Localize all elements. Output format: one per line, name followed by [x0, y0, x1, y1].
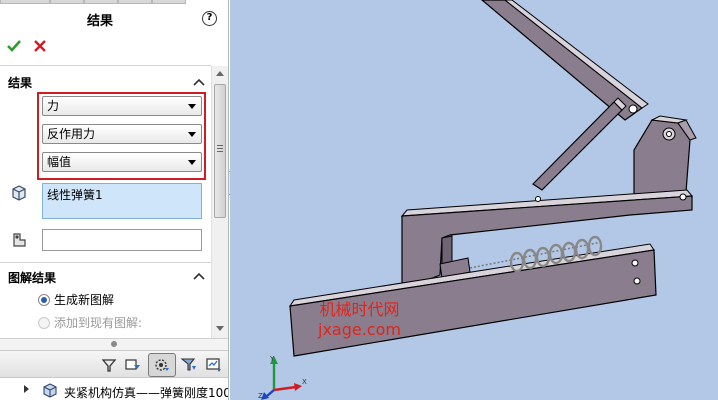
upper-link[interactable] [481, 0, 649, 121]
clamp-mechanism-model[interactable] [230, 0, 718, 400]
option-new-plot[interactable]: 生成新图解 [38, 291, 114, 308]
toolbar-splitter[interactable] [0, 338, 228, 350]
assembly-icon [43, 383, 57, 398]
motion-tree-item[interactable]: 夹紧机构仿真——弹簧刚度100 [0, 379, 229, 400]
panel-scrollbar[interactable] [211, 66, 228, 338]
question-icon[interactable]: ? [202, 11, 217, 26]
scroll-thumb[interactable] [214, 84, 226, 218]
option-add-plot[interactable]: 添加到现有图解: [38, 314, 142, 331]
axis-z-label: Z [258, 392, 263, 400]
reference-field[interactable] [42, 229, 202, 251]
axis-x-label: X [302, 378, 307, 386]
entity-selection-list[interactable]: 线性弹簧1 [42, 183, 202, 219]
divider [0, 65, 211, 66]
splitter-grip[interactable] [111, 341, 117, 347]
property-manager: 结果 ? 结果 力 反作用力 幅值 线性弹簧1 图解结果 生成新图解 添加到现有… [0, 0, 229, 400]
radio-unselected[interactable] [38, 317, 50, 329]
expand-arrow-icon[interactable] [24, 385, 29, 393]
option-new-plot-label: 生成新图解 [54, 293, 115, 307]
filter-selected-icon[interactable] [180, 356, 198, 374]
watermark-line1: 机械时代网 [319, 300, 400, 319]
x-icon[interactable] [33, 39, 47, 53]
filter-icon[interactable] [100, 356, 118, 374]
filter-driving-icon[interactable] [153, 356, 171, 374]
scroll-up-icon[interactable] [216, 71, 224, 76]
spring-entity-icon [12, 185, 26, 201]
watermark-line2: jxage.com [318, 320, 401, 339]
radio-selected[interactable] [38, 294, 50, 306]
watermark: 机械时代网 jxage.com [318, 300, 401, 340]
chevron-up-icon[interactable] [193, 78, 205, 86]
filter-animation-icon[interactable] [124, 356, 142, 374]
motion-toolbar [0, 350, 228, 378]
panel-tabs [0, 0, 228, 4]
check-icon[interactable] [6, 38, 22, 54]
graphics-viewport[interactable]: 机械时代网 jxage.com Y X Z [230, 0, 718, 400]
axis-triad-icon: Y X Z [258, 355, 307, 400]
tree-item-label: 夹紧机构仿真——弹簧刚度100 [64, 386, 229, 400]
selected-entity[interactable]: 线性弹簧1 [47, 188, 103, 202]
divider [0, 262, 211, 263]
diagonal-brace[interactable] [532, 97, 627, 191]
panel-title: 结果 [86, 14, 113, 29]
scroll-down-icon[interactable] [216, 326, 224, 331]
results-section-title: 结果 [8, 76, 33, 90]
option-add-plot-label: 添加到现有图解: [54, 316, 143, 330]
filter-results-icon[interactable] [205, 356, 223, 374]
axis-y-label: Y [269, 355, 275, 363]
chevron-up-icon[interactable] [193, 272, 205, 280]
plot-section-title: 图解结果 [8, 271, 57, 285]
highlight-box [37, 92, 206, 180]
component-ref-icon [13, 233, 26, 247]
